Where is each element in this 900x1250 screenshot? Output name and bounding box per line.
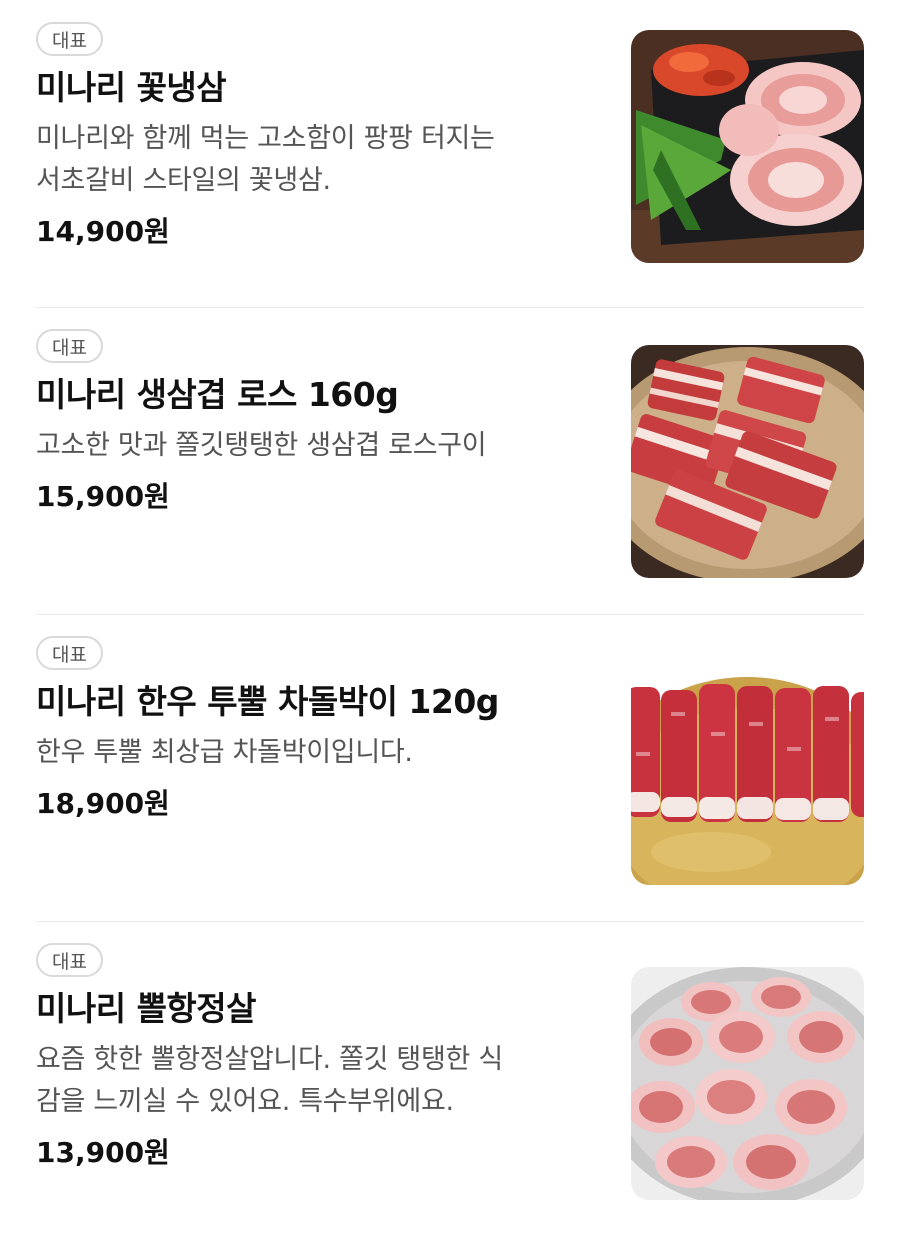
signature-badge: 대표	[36, 943, 103, 977]
menu-item-info: 대표 미나리 생삼겹 로스 160g 고소한 맛과 쫄깃탱탱한 생삼겹 로스구이…	[36, 329, 606, 517]
menu-item-description: 한우 투뿔 최상급 차돌박이입니다.	[36, 732, 596, 774]
item-divider	[36, 614, 864, 615]
description-line: 한우 투뿔 최상급 차돌박이입니다.	[36, 737, 413, 768]
menu-item-info: 대표 미나리 뽈항정살 요즘 핫한 뽈항정살압니다. 쫄깃 탱탱한 식 감을 느…	[36, 943, 606, 1173]
item-divider	[36, 307, 864, 308]
pork-belly-rolls-with-minari-image[interactable]	[631, 30, 864, 263]
menu-item-info: 대표 미나리 한우 투뿔 차돌박이 120g 한우 투뿔 최상급 차돌박이입니다…	[36, 636, 606, 824]
menu-item-description: 미나리와 함께 먹는 고소함이 팡팡 터지는 서초갈비 스타일의 꽃냉삼.	[36, 118, 596, 202]
description-line: 감을 느끼실 수 있어요. 특수부위에요.	[36, 1086, 454, 1117]
menu-item-description: 고소한 맛과 쫄깃탱탱한 생삼겹 로스구이	[36, 425, 596, 467]
menu-item[interactable]: 대표 미나리 한우 투뿔 차돌박이 120g 한우 투뿔 최상급 차돌박이입니다…	[0, 614, 900, 920]
item-divider	[36, 921, 864, 922]
pork-jowl-rounds-image[interactable]	[631, 967, 864, 1200]
signature-badge: 대표	[36, 22, 103, 56]
menu-item-name: 미나리 꽃냉삼	[36, 68, 227, 107]
description-line: 요즘 핫한 뽈항정살압니다. 쫄깃 탱탱한 식	[36, 1044, 503, 1075]
menu-item[interactable]: 대표 미나리 뽈항정살 요즘 핫한 뽈항정살압니다. 쫄깃 탱탱한 식 감을 느…	[0, 921, 900, 1227]
menu-item-description: 요즘 핫한 뽈항정살압니다. 쫄깃 탱탱한 식 감을 느끼실 수 있어요. 특수…	[36, 1039, 596, 1123]
description-line: 미나리와 함께 먹는 고소함이 팡팡 터지는	[36, 123, 495, 154]
menu-item[interactable]: 대표 미나리 생삼겹 로스 160g 고소한 맛과 쫄깃탱탱한 생삼겹 로스구이…	[0, 307, 900, 613]
menu-item[interactable]: 대표 미나리 꽃냉삼 미나리와 함께 먹는 고소함이 팡팡 터지는 서초갈비 스…	[0, 0, 900, 306]
menu-item-price: 14,900원	[36, 215, 170, 248]
menu-item-price: 13,900원	[36, 1136, 170, 1169]
menu-item-info: 대표 미나리 꽃냉삼 미나리와 함께 먹는 고소함이 팡팡 터지는 서초갈비 스…	[36, 22, 606, 252]
menu-list: 대표 미나리 꽃냉삼 미나리와 함께 먹는 고소함이 팡팡 터지는 서초갈비 스…	[0, 0, 900, 1250]
menu-item-name: 미나리 생삼겹 로스 160g	[36, 375, 399, 414]
description-line: 서초갈비 스타일의 꽃냉삼.	[36, 165, 331, 196]
menu-item-name: 미나리 뽈항정살	[36, 989, 257, 1028]
description-line: 고소한 맛과 쫄깃탱탱한 생삼겹 로스구이	[36, 430, 487, 461]
signature-badge: 대표	[36, 329, 103, 363]
pork-belly-slabs-image[interactable]	[631, 345, 864, 578]
menu-item-name: 미나리 한우 투뿔 차돌박이 120g	[36, 682, 499, 721]
menu-item-price: 15,900원	[36, 480, 170, 513]
menu-item-price: 18,900원	[36, 787, 170, 820]
beef-brisket-rolls-image[interactable]	[631, 652, 864, 885]
signature-badge: 대표	[36, 636, 103, 670]
